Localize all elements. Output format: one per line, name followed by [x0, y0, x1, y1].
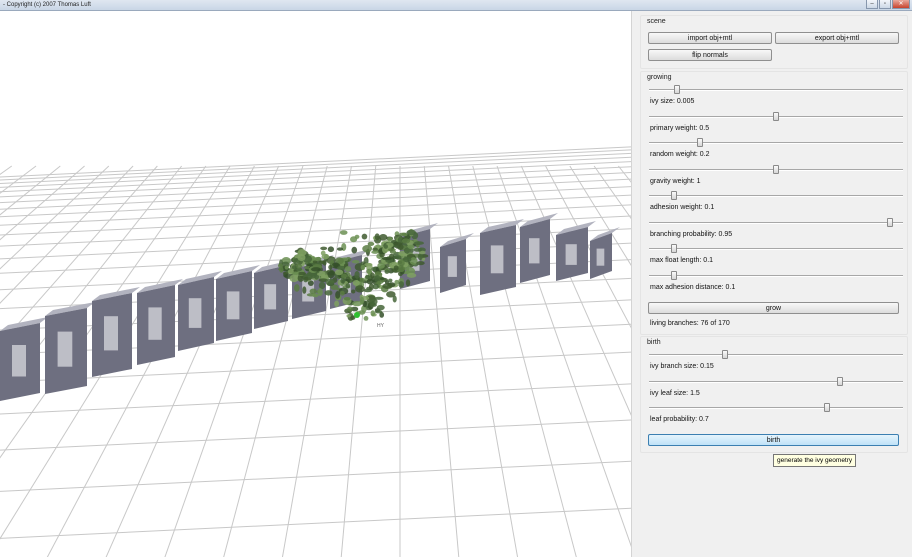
control-panel: scene import obj+mtl export obj+mtl flip…: [631, 11, 912, 557]
marker-label: HY: [377, 323, 385, 329]
slider-groove: [649, 89, 903, 91]
minimize-icon[interactable]: –: [866, 0, 878, 9]
export-obj-button[interactable]: export obj+mtl: [775, 32, 899, 44]
growing-label-2: random weight: 0.2: [650, 151, 710, 158]
3d-viewport[interactable]: HY: [0, 11, 631, 557]
scene-group: scene import obj+mtl export obj+mtl flip…: [640, 15, 908, 69]
slider-handle[interactable]: [696, 138, 703, 147]
urbanarbolismo-sign: [0, 213, 620, 401]
slider-handle[interactable]: [773, 164, 779, 174]
slider-handle[interactable]: [673, 85, 680, 94]
birth-tooltip: generate the ivy geometry: [773, 454, 857, 467]
close-icon[interactable]: ✕: [892, 0, 910, 9]
growing-label-6: max float length: 0.1: [650, 257, 714, 264]
growing-slider-2[interactable]: [649, 138, 903, 148]
flip-normals-button[interactable]: flip normals: [648, 49, 772, 61]
slider-groove: [649, 248, 903, 250]
slider-groove: [649, 221, 903, 224]
growing-label-3: gravity weight: 1: [650, 177, 701, 185]
growing-slider-6[interactable]: [649, 244, 903, 254]
slider-groove: [649, 380, 903, 383]
scene-title: scene: [647, 18, 666, 25]
growing-slider-4[interactable]: [649, 191, 903, 201]
window-title: - Copyright (c) 2007 Thomas Luft: [3, 2, 91, 8]
birth-slider-0[interactable]: [649, 350, 903, 360]
slider-handle[interactable]: [671, 244, 678, 253]
birth-title: birth: [647, 339, 661, 346]
growing-slider-5[interactable]: [649, 217, 903, 228]
birth-button[interactable]: birth: [648, 434, 899, 446]
slider-handle[interactable]: [773, 111, 779, 121]
slider-groove: [649, 195, 903, 197]
maximize-icon[interactable]: ▫: [879, 0, 891, 9]
slider-groove: [649, 142, 903, 144]
slider-groove: [649, 354, 903, 356]
slider-groove: [649, 274, 903, 277]
slider-groove: [649, 407, 903, 409]
birth-label-1: ivy leaf size: 1.5: [650, 389, 700, 397]
growing-slider-0[interactable]: [649, 85, 903, 95]
birth-slider-1[interactable]: [649, 376, 903, 387]
slider-handle[interactable]: [823, 403, 830, 412]
growing-label-4: adhesion weight: 0.1: [650, 204, 715, 211]
growing-slider-1[interactable]: [649, 111, 903, 122]
growing-group: growing ivy size: 0.005 primary weight: 0…: [640, 71, 908, 335]
scene-render[interactable]: HY: [0, 11, 631, 557]
growing-label-5: branching probability: 0.95: [650, 230, 733, 238]
slider-handle[interactable]: [671, 191, 678, 200]
slider-handle[interactable]: [722, 350, 729, 359]
window-controls: – ▫ ✕: [866, 0, 910, 9]
birth-label-0: ivy branch size: 0.15: [650, 363, 714, 370]
title-bar: - Copyright (c) 2007 Thomas Luft – ▫ ✕: [0, 0, 912, 11]
birth-group: birth ivy branch size: 0.15 ivy leaf size…: [640, 336, 908, 453]
growing-label-0: ivy size: 0.005: [650, 98, 695, 105]
grow-button[interactable]: grow: [648, 302, 899, 314]
growing-label-1: primary weight: 0.5: [650, 124, 710, 132]
growing-label-7: max adhesion distance: 0.1: [650, 283, 736, 291]
growing-title: growing: [647, 74, 672, 81]
birth-label-2: leaf probability: 0.7: [650, 416, 709, 423]
import-obj-button[interactable]: import obj+mtl: [648, 32, 772, 44]
living-branches-status: living branches: 76 of 170: [650, 320, 730, 327]
birth-slider-2[interactable]: [649, 403, 903, 413]
slider-handle[interactable]: [887, 217, 894, 227]
growing-slider-7[interactable]: [649, 270, 903, 281]
slider-handle[interactable]: [836, 376, 843, 386]
growing-slider-3[interactable]: [649, 164, 903, 175]
slider-handle[interactable]: [671, 270, 678, 280]
